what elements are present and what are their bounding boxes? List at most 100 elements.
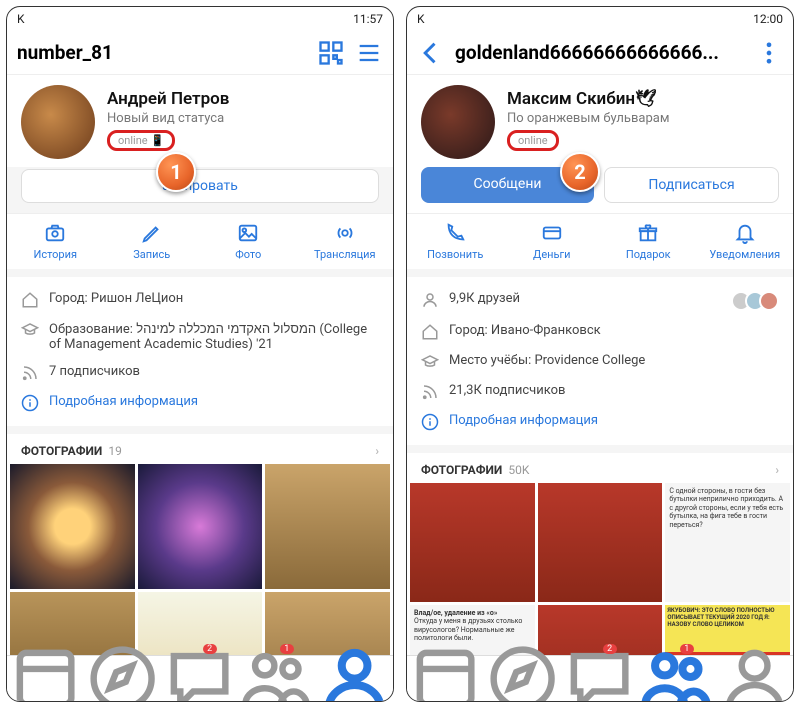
info-followers[interactable]: 7 подписчиков (21, 358, 379, 388)
info-more[interactable]: Подробная информация (21, 388, 379, 418)
badge: 1 (680, 644, 694, 654)
online-badge: online (507, 130, 559, 151)
action-live[interactable]: Трансляция (297, 222, 394, 261)
photos-header[interactable]: ФОТОГРАФИИ 19 › (7, 434, 393, 464)
info-city[interactable]: Город: Ришон ЛеЦион (21, 285, 379, 315)
info-more[interactable]: Подробная информация (421, 407, 779, 437)
photo-thumb[interactable] (265, 464, 390, 589)
camera-icon (44, 222, 66, 244)
photo-thumb[interactable] (538, 483, 663, 602)
info-block: 9,9К друзей Город: Ивано-Франковск Место… (407, 277, 793, 445)
profile-header: Андрей Петров Новый вид статуса online 📱 (7, 75, 393, 167)
pencil-icon (141, 222, 163, 244)
photos-title: ФОТОГРАФИИ (421, 463, 502, 477)
info-block: Город: Ришон ЛеЦион Образование: המסלול … (7, 277, 393, 426)
grad-icon (21, 321, 39, 339)
status-bar: K 12:00 (407, 7, 793, 31)
info-edu[interactable]: Образование: המסלול האקדמי המכללה למינהל… (21, 315, 379, 358)
status-time: 11:57 (353, 12, 383, 26)
action-gift[interactable]: Подарок (600, 222, 697, 261)
menu-icon[interactable] (355, 39, 383, 67)
action-label: Трансляция (314, 248, 376, 261)
info-friends[interactable]: 9,9К друзей (421, 285, 779, 317)
bell-icon (734, 222, 756, 244)
gift-icon (637, 222, 659, 244)
action-label: История (33, 248, 77, 261)
person-icon (421, 291, 439, 309)
nav-friends[interactable]: 1 (239, 640, 316, 702)
page-title: goldenland66666666666666... (455, 41, 745, 64)
subscribe-button[interactable]: Подписаться (604, 167, 779, 203)
bottom-nav: 2 1 (7, 655, 393, 701)
action-label: Позвонить (427, 248, 483, 261)
phone-right: K 12:00 goldenland66666666666666... Макс… (406, 6, 794, 702)
nav-messages[interactable]: 2 (161, 640, 238, 702)
qr-icon[interactable] (317, 39, 345, 67)
nav-discover[interactable] (484, 640, 561, 702)
nav-messages[interactable]: 2 (561, 640, 638, 702)
profile-header: Максим Скибин🕊 По оранжевым бульварам on… (407, 75, 793, 167)
rss-icon (21, 364, 39, 382)
status-time: 12:00 (753, 12, 783, 26)
callout-1: 1 (156, 152, 196, 192)
more-icon[interactable] (755, 39, 783, 67)
home-icon (421, 323, 439, 341)
content-scroll[interactable]: Максим Скибин🕊 По оранжевым бульварам on… (407, 75, 793, 655)
button-row: Сообщени Подписаться (407, 167, 793, 213)
status-app: K (417, 12, 425, 26)
badge: 1 (280, 644, 294, 654)
grad-icon (421, 353, 439, 371)
photos-header[interactable]: ФОТОГРАФИИ 50K › (407, 453, 793, 483)
rss-icon (421, 383, 439, 401)
profile-name: Андрей Петров (107, 89, 229, 109)
photos-grid: С одной стороны, в гости без бутылки неп… (407, 483, 793, 655)
picture-icon (237, 222, 259, 244)
action-row: Позвонить Деньги Подарок Уведомления (407, 213, 793, 269)
action-story[interactable]: История (7, 222, 104, 261)
action-call[interactable]: Позвонить (407, 222, 504, 261)
photo-thumb[interactable] (138, 464, 263, 589)
online-badge: online 📱 (107, 130, 175, 151)
photos-count: 50K (508, 463, 529, 477)
action-photo[interactable]: Фото (200, 222, 297, 261)
info-icon (421, 413, 439, 431)
action-post[interactable]: Запись (104, 222, 201, 261)
nav-discover[interactable] (84, 640, 161, 702)
action-money[interactable]: Деньги (504, 222, 601, 261)
back-icon[interactable] (417, 39, 445, 67)
photos-title: ФОТОГРАФИИ (21, 444, 102, 458)
nav-profile[interactable] (316, 640, 393, 702)
photo-thumb[interactable]: С одной стороны, в гости без бутылки неп… (665, 483, 790, 602)
avatar[interactable] (421, 85, 495, 159)
card-icon (541, 222, 563, 244)
phone-icon (444, 222, 466, 244)
photo-thumb[interactable] (410, 483, 535, 602)
friend-avatars (737, 291, 779, 311)
bottom-nav: 2 1 (407, 655, 793, 701)
photo-thumb[interactable] (10, 464, 135, 589)
action-label: Запись (133, 248, 170, 261)
nav-profile[interactable] (716, 640, 793, 702)
avatar[interactable] (21, 85, 95, 159)
status-bar: K 11:57 (7, 7, 393, 31)
action-notify[interactable]: Уведомления (697, 222, 794, 261)
profile-status: По оранжевым бульварам (507, 111, 670, 126)
title-bar: goldenland66666666666666... (407, 31, 793, 75)
photos-grid (7, 464, 393, 655)
badge: 2 (603, 644, 617, 654)
chevron-right-icon: › (775, 463, 779, 477)
nav-feed[interactable] (7, 640, 84, 702)
action-label: Уведомления (709, 248, 780, 261)
info-followers[interactable]: 21,3К подписчиков (421, 377, 779, 407)
content-scroll[interactable]: Андрей Петров Новый вид статуса online 📱… (7, 75, 393, 655)
info-city[interactable]: Город: Ивано-Франковск (421, 317, 779, 347)
nav-friends[interactable]: 1 (639, 640, 716, 702)
action-row: История Запись Фото Трансляция (7, 213, 393, 269)
nav-feed[interactable] (407, 640, 484, 702)
info-study[interactable]: Место учёбы: Providence College (421, 347, 779, 377)
action-label: Фото (235, 248, 261, 261)
action-label: Подарок (626, 248, 671, 261)
edit-button[interactable]: актировать (21, 169, 379, 203)
info-icon (21, 394, 39, 412)
badge: 2 (203, 644, 217, 654)
